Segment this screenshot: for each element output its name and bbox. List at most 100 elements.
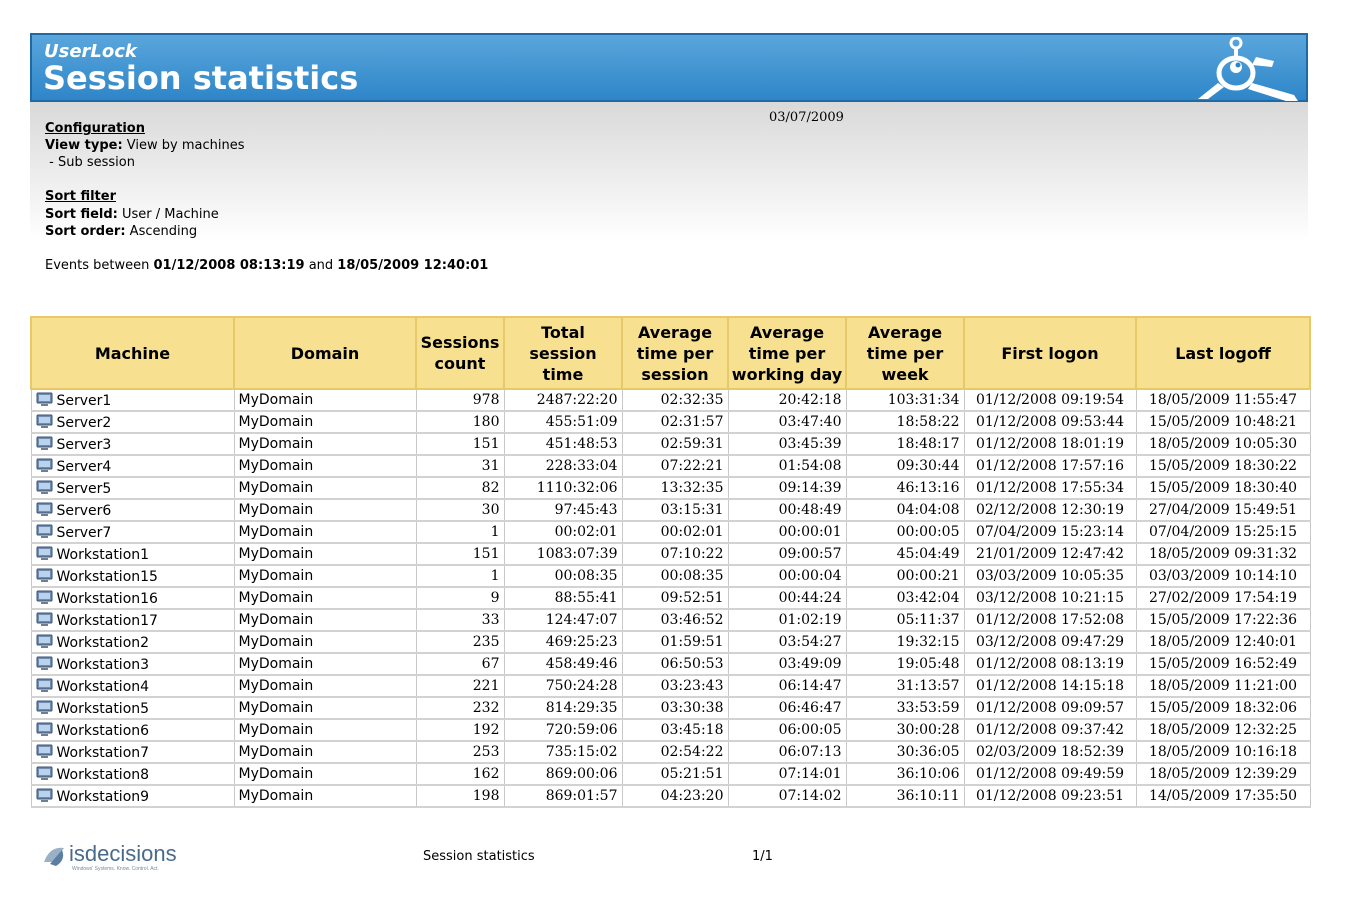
sessions-count-cell: 33 (415, 608, 505, 632)
sort-field-line: Sort field: User / Machine (45, 207, 219, 222)
avg-per-session-cell: 03:23:43 (621, 674, 729, 698)
first-logon-cell: 01/12/2008 09:37:42 (963, 718, 1137, 742)
last-logoff-cell: 18/05/2009 10:16:18 (1135, 740, 1311, 764)
sessions-count-cell: 162 (415, 762, 505, 786)
avg-per-working-day-cell: 09:00:57 (727, 542, 847, 566)
total-session-time-cell: 451:48:53 (503, 432, 623, 456)
first-logon-cell: 02/03/2009 18:52:39 (963, 740, 1137, 764)
avg-per-working-day-cell: 00:00:01 (727, 520, 847, 544)
sort-filter-heading: Sort filter (45, 189, 116, 204)
table-header-row: Machine Domain Sessions count Total sess… (30, 316, 1311, 390)
avg-per-week-cell: 45:04:49 (845, 542, 965, 566)
avg-per-week-cell: 31:13:57 (845, 674, 965, 698)
col-header-avg-per-session: Average time per session (621, 316, 729, 390)
col-header-machine: Machine (30, 316, 235, 390)
machine-cell: Server5 (30, 476, 235, 500)
machine-name: Workstation16 (56, 590, 158, 607)
sessions-count-cell: 9 (415, 586, 505, 610)
first-logon-cell: 01/12/2008 09:53:44 (963, 410, 1137, 434)
machine-cell: Workstation1 (30, 542, 235, 566)
last-logoff-cell: 18/05/2009 12:39:29 (1135, 762, 1311, 786)
machine-cell: Workstation15 (30, 564, 235, 588)
machine-name: Workstation9 (56, 788, 150, 805)
sessions-count-cell: 67 (415, 652, 505, 676)
avg-per-working-day-cell: 01:02:19 (727, 608, 847, 632)
first-logon-cell: 01/12/2008 08:13:19 (963, 652, 1137, 676)
domain-cell: MyDomain (233, 454, 417, 478)
domain-cell: MyDomain (233, 564, 417, 588)
avg-per-session-cell: 09:52:51 (621, 586, 729, 610)
sub-session-line: - Sub session (45, 155, 135, 170)
total-session-time-cell: 814:29:35 (503, 696, 623, 720)
table-row: Workstation7 MyDomain 253 735:15:02 02:54:22… (30, 740, 1311, 764)
domain-cell: MyDomain (233, 652, 417, 676)
machine-cell: Workstation6 (30, 718, 235, 742)
avg-per-session-cell: 01:59:51 (621, 630, 729, 654)
machine-name: Workstation6 (56, 722, 150, 739)
report-title: Session statistics (43, 59, 359, 97)
avg-per-week-cell: 05:11:37 (845, 608, 965, 632)
last-logoff-cell: 27/04/2009 15:49:51 (1135, 498, 1311, 522)
total-session-time-cell: 1083:07:39 (503, 542, 623, 566)
avg-per-week-cell: 46:13:16 (845, 476, 965, 500)
avg-per-week-cell: 30:36:05 (845, 740, 965, 764)
machine-cell: Server6 (30, 498, 235, 522)
total-session-time-cell: 124:47:07 (503, 608, 623, 632)
col-header-sessions-count: Sessions count (415, 316, 505, 390)
sessions-count-cell: 1 (415, 520, 505, 544)
avg-per-session-cell: 06:50:53 (621, 652, 729, 676)
computer-icon (36, 502, 52, 516)
header-panel (30, 102, 1308, 242)
avg-per-session-cell: 05:21:51 (621, 762, 729, 786)
last-logoff-cell: 03/03/2009 10:14:10 (1135, 564, 1311, 588)
machine-cell: Workstation2 (30, 630, 235, 654)
computer-icon (36, 766, 52, 780)
total-session-time-cell: 00:02:01 (503, 520, 623, 544)
total-session-time-cell: 00:08:35 (503, 564, 623, 588)
machine-cell: Workstation4 (30, 674, 235, 698)
report-banner: UserLock Session statistics (30, 33, 1308, 102)
avg-per-working-day-cell: 00:44:24 (727, 586, 847, 610)
computer-icon (36, 568, 52, 582)
avg-per-week-cell: 36:10:11 (845, 784, 965, 808)
sessions-count-cell: 151 (415, 432, 505, 456)
machine-cell: Workstation3 (30, 652, 235, 676)
sessions-count-cell: 1 (415, 564, 505, 588)
total-session-time-cell: 88:55:41 (503, 586, 623, 610)
computer-icon (36, 414, 52, 428)
events-range: Events between 01/12/2008 08:13:19 and 1… (45, 258, 489, 273)
table-row: Workstation17 MyDomain 33 124:47:07 03:46:52… (30, 608, 1311, 632)
machine-cell: Workstation9 (30, 784, 235, 808)
machine-name: Server7 (56, 524, 112, 541)
sessions-count-cell: 151 (415, 542, 505, 566)
avg-per-working-day-cell: 09:14:39 (727, 476, 847, 500)
table-row: Server5 MyDomain 82 1110:32:06 13:32:35 09:14… (30, 476, 1311, 500)
avg-per-working-day-cell: 03:54:27 (727, 630, 847, 654)
domain-cell: MyDomain (233, 476, 417, 500)
first-logon-cell: 01/12/2008 09:09:57 (963, 696, 1137, 720)
col-header-avg-per-week: Average time per week (845, 316, 965, 390)
sessions-count-cell: 31 (415, 454, 505, 478)
computer-icon (36, 700, 52, 714)
computer-icon (36, 634, 52, 648)
total-session-time-cell: 455:51:09 (503, 410, 623, 434)
first-logon-cell: 01/12/2008 18:01:19 (963, 432, 1137, 456)
table-row: Workstation15 MyDomain 1 00:08:35 00:08:35 00… (30, 564, 1311, 588)
domain-cell: MyDomain (233, 784, 417, 808)
first-logon-cell: 21/01/2009 12:47:42 (963, 542, 1137, 566)
domain-cell: MyDomain (233, 608, 417, 632)
table-row: Server1 MyDomain 978 2487:22:20 02:32:35 20:4… (30, 388, 1311, 412)
first-logon-cell: 07/04/2009 15:23:14 (963, 520, 1137, 544)
machine-cell: Workstation16 (30, 586, 235, 610)
last-logoff-cell: 18/05/2009 11:55:47 (1135, 388, 1311, 412)
avg-per-week-cell: 00:00:05 (845, 520, 965, 544)
avg-per-week-cell: 33:53:59 (845, 696, 965, 720)
avg-per-session-cell: 07:22:21 (621, 454, 729, 478)
computer-icon (36, 392, 52, 406)
table-row: Server7 MyDomain 1 00:02:01 00:02:01 00:00:01… (30, 520, 1311, 544)
isdecisions-logo: isdecisions Windows' Systems. Know. Cont… (42, 840, 192, 876)
domain-cell: MyDomain (233, 762, 417, 786)
avg-per-week-cell: 19:32:15 (845, 630, 965, 654)
domain-cell: MyDomain (233, 520, 417, 544)
computer-icon (36, 590, 52, 604)
